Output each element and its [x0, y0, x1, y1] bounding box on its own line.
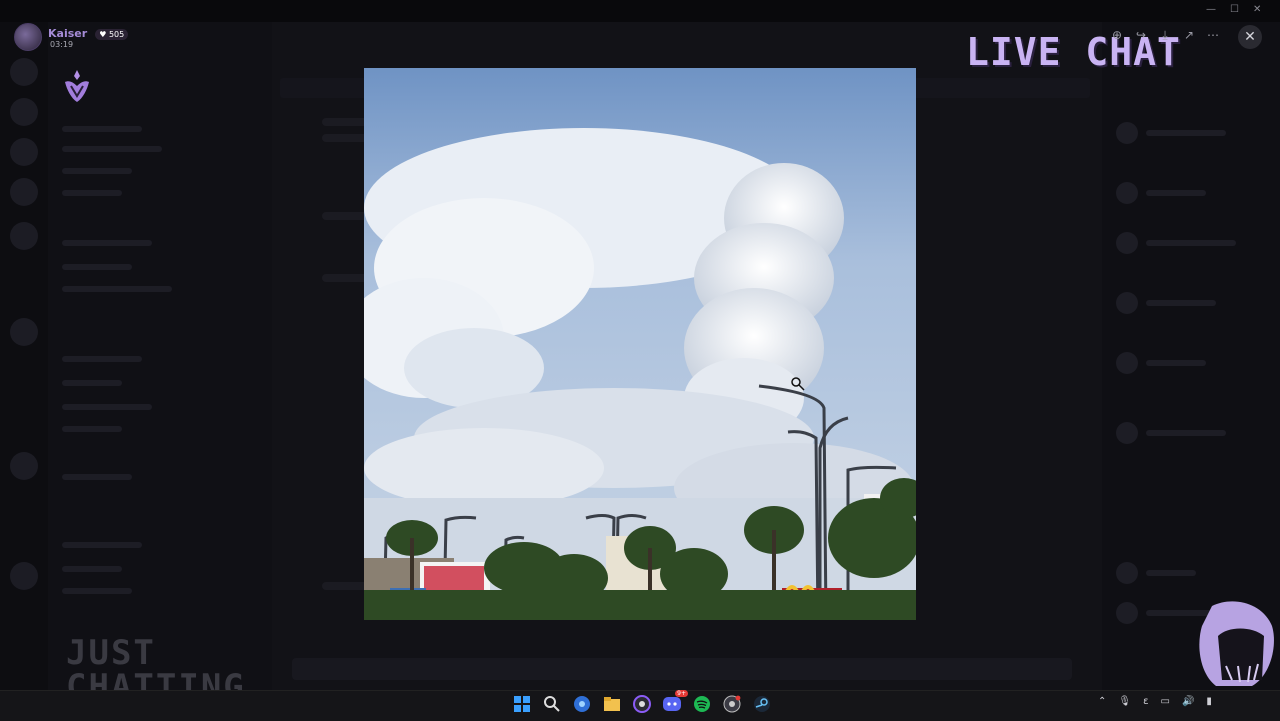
- obs-icon[interactable]: [632, 694, 652, 714]
- window-controls: — ☐ ✕: [1206, 4, 1261, 15]
- photo-sky-clouds[interactable]: [364, 68, 916, 620]
- image-viewer-toolbar: ⊕ ↪ ⤓ ↗ ⋯: [1110, 28, 1220, 42]
- window-close-icon[interactable]: ✕: [1253, 4, 1261, 15]
- streamer-name: Kaiser: [48, 26, 88, 40]
- network-icon[interactable]: ▭: [1161, 696, 1170, 707]
- server-icon[interactable]: [10, 562, 38, 590]
- channel-item[interactable]: [62, 588, 132, 594]
- language-indicator[interactable]: ε: [1143, 696, 1148, 707]
- server-rail: [0, 22, 48, 690]
- server-icon[interactable]: [10, 452, 38, 480]
- member-name: [1146, 190, 1206, 196]
- search-icon[interactable]: [542, 694, 562, 714]
- channel-item[interactable]: [62, 566, 122, 572]
- browser-icon[interactable]: [572, 694, 592, 714]
- channel-item[interactable]: [62, 542, 142, 548]
- streamer-avatar: [14, 23, 42, 51]
- chrome-icon[interactable]: [722, 694, 742, 714]
- volume-icon[interactable]: 🔊: [1182, 696, 1194, 707]
- mascot-avatar-icon: [1199, 601, 1274, 686]
- stream-timer: 03:19: [50, 40, 74, 49]
- app-title-bar: [0, 0, 1280, 22]
- server-icon[interactable]: [10, 222, 38, 250]
- zoom-icon[interactable]: ⊕: [1110, 28, 1124, 42]
- file-explorer-icon[interactable]: [602, 694, 622, 714]
- channel-item[interactable]: [62, 286, 172, 292]
- channel-logo-icon: [65, 70, 89, 102]
- forward-icon[interactable]: ↪: [1134, 28, 1148, 42]
- member-avatar[interactable]: [1116, 352, 1138, 374]
- member-avatar[interactable]: [1116, 292, 1138, 314]
- microphone-icon[interactable]: 🎙: [1118, 696, 1131, 707]
- member-avatar[interactable]: [1116, 122, 1138, 144]
- discord-notification-badge: 9+: [675, 690, 688, 697]
- member-avatar[interactable]: [1116, 602, 1138, 624]
- member-avatar[interactable]: [1116, 232, 1138, 254]
- channel-item[interactable]: [62, 404, 152, 410]
- follower-badge: ♥ 505: [95, 28, 129, 40]
- server-icon[interactable]: [10, 318, 38, 346]
- minimize-icon[interactable]: —: [1206, 4, 1216, 15]
- channel-item[interactable]: [62, 264, 132, 270]
- channel-item[interactable]: [62, 426, 122, 432]
- steam-icon[interactable]: [752, 694, 772, 714]
- windows-start-icon[interactable]: [512, 694, 532, 714]
- server-icon[interactable]: [10, 98, 38, 126]
- channel-item[interactable]: [62, 190, 122, 196]
- close-viewer-button[interactable]: ✕: [1238, 25, 1262, 49]
- channel-item[interactable]: [62, 356, 142, 362]
- discord-icon[interactable]: 9+: [662, 690, 688, 714]
- member-avatar[interactable]: [1116, 562, 1138, 584]
- system-tray: ⌃ 🎙 ε ▭ 🔊 ▮: [1098, 696, 1212, 707]
- member-avatar[interactable]: [1116, 182, 1138, 204]
- channel-item[interactable]: [62, 146, 162, 152]
- member-name: [1146, 360, 1206, 366]
- chevron-up-icon[interactable]: ⌃: [1098, 696, 1106, 707]
- download-icon[interactable]: ⤓: [1158, 28, 1172, 42]
- member-name: [1146, 130, 1226, 136]
- member-avatar[interactable]: [1116, 422, 1138, 444]
- taskbar-apps: 9+: [512, 690, 772, 714]
- more-icon[interactable]: ⋯: [1206, 28, 1220, 42]
- channel-item[interactable]: [62, 126, 142, 132]
- maximize-icon[interactable]: ☐: [1230, 4, 1239, 15]
- channel-list: [48, 22, 272, 690]
- battery-icon[interactable]: ▮: [1206, 696, 1212, 707]
- member-name: [1146, 240, 1236, 246]
- spotify-icon[interactable]: [692, 694, 712, 714]
- channel-item[interactable]: [62, 380, 122, 386]
- member-name: [1146, 300, 1216, 306]
- server-icon[interactable]: [10, 178, 38, 206]
- server-icon[interactable]: [10, 58, 38, 86]
- server-icon[interactable]: [10, 138, 38, 166]
- channel-item[interactable]: [62, 240, 152, 246]
- channel-item[interactable]: [62, 168, 132, 174]
- member-name: [1146, 570, 1196, 576]
- message-input[interactable]: [292, 658, 1072, 680]
- member-list: [1102, 22, 1280, 690]
- member-name: [1146, 430, 1226, 436]
- channel-item[interactable]: [62, 474, 132, 480]
- follower-count: 505: [108, 29, 125, 39]
- open-external-icon[interactable]: ↗: [1182, 28, 1196, 42]
